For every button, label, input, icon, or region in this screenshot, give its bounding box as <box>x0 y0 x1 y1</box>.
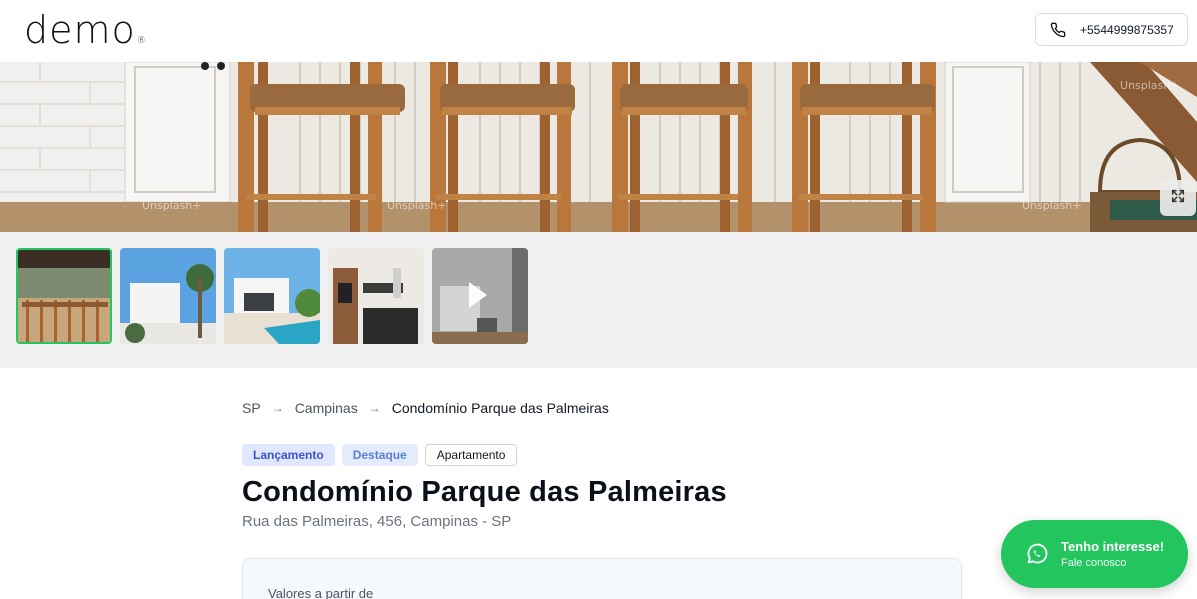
tag-type: Apartamento <box>424 444 518 466</box>
tag-launch: Lançamento <box>242 444 335 466</box>
thumbnail-image <box>224 248 320 344</box>
breadcrumb-item-city[interactable]: Campinas <box>295 400 358 416</box>
breadcrumb-item-state[interactable]: SP <box>242 400 261 416</box>
cta-subtitle: Fale conosco <box>1061 556 1127 569</box>
thumbnail-image <box>328 248 424 344</box>
watermark-text: Unsplash+ <box>387 199 446 212</box>
hero-image[interactable]: Unsplash+ Unsplash+ Unsplash+ Unsplash+ <box>0 62 1197 232</box>
tag-list: Lançamento Destaque Apartamento <box>242 444 518 466</box>
thumbnail-4[interactable] <box>328 248 424 344</box>
expand-icon <box>1170 188 1186 209</box>
thumbnail-image <box>120 248 216 344</box>
play-icon <box>469 282 487 308</box>
breadcrumb-item-current: Condomínio Parque das Palmeiras <box>391 400 609 416</box>
phone-icon <box>1048 20 1068 40</box>
page-title: Condomínio Parque das Palmeiras <box>242 476 727 508</box>
arrow-right-icon: → <box>368 401 381 415</box>
whatsapp-cta-button[interactable]: Tenho interesse! Fale conosco <box>1001 520 1188 588</box>
price-card: Valores a partir de <box>242 558 962 599</box>
tag-featured: Destaque <box>341 444 418 466</box>
watermark-text: Unsplash+ <box>1120 79 1179 92</box>
phone-number: +5544999875357 <box>1080 22 1174 37</box>
breadcrumb: SP → Campinas → Condomínio Parque das Pa… <box>242 400 609 416</box>
cta-title: Tenho interesse! <box>1061 538 1165 554</box>
phone-button[interactable]: +5544999875357 <box>1035 13 1188 46</box>
logo[interactable]: demo® <box>24 8 147 63</box>
hero-photo: Unsplash+ Unsplash+ Unsplash+ Unsplash+ <box>0 62 1197 232</box>
watermark-text: Unsplash+ <box>142 199 201 212</box>
thumbnail-3[interactable] <box>224 248 320 344</box>
logo-text: demo <box>24 8 136 52</box>
thumbnail-2[interactable] <box>120 248 216 344</box>
price-label: Valores a partir de <box>268 586 374 599</box>
watermark-text: Unsplash+ <box>1022 199 1081 212</box>
thumbnail-1[interactable] <box>16 248 112 344</box>
thumbnail-strip <box>0 232 1197 368</box>
whatsapp-icon <box>1025 542 1049 566</box>
thumbnail-5-video[interactable] <box>432 248 528 344</box>
arrow-right-icon: → <box>271 401 284 415</box>
thumbnail-image <box>18 250 110 342</box>
site-header: demo® +5544999875357 <box>0 0 1197 62</box>
expand-button[interactable] <box>1160 180 1196 216</box>
registered-mark: ® <box>136 36 147 46</box>
property-address: Rua das Palmeiras, 456, Campinas - SP <box>242 513 512 530</box>
